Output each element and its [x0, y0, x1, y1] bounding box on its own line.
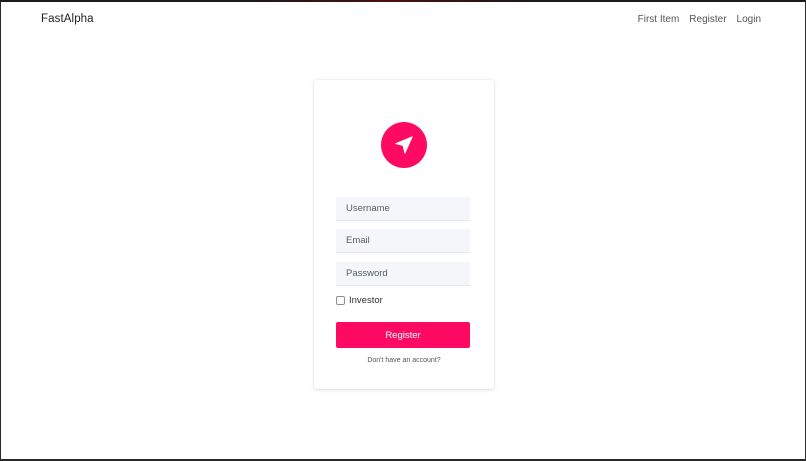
navbar: FastAlpha First Item Register Login [1, 2, 805, 38]
investor-checkbox[interactable] [336, 296, 345, 305]
navigation-arrow-glyph [395, 136, 413, 154]
email-input[interactable] [336, 229, 470, 253]
navigation-arrow-icon [381, 122, 427, 168]
password-input[interactable] [336, 262, 470, 286]
investor-label: Investor [349, 295, 383, 306]
register-card: Investor Register Don't have an account? [314, 80, 494, 389]
nav-link-login[interactable]: Login [737, 14, 761, 25]
investor-checkbox-row[interactable]: Investor [336, 295, 383, 306]
account-link[interactable]: Don't have an account? [314, 357, 494, 364]
register-button[interactable]: Register [336, 322, 470, 348]
nav-links: First Item Register Login [638, 14, 761, 25]
nav-link-first-item[interactable]: First Item [638, 14, 680, 25]
username-input[interactable] [336, 197, 470, 221]
brand-logo[interactable]: FastAlpha [41, 13, 94, 25]
browser-frame: FastAlpha First Item Register Login Inve… [0, 0, 806, 461]
nav-link-register[interactable]: Register [689, 14, 726, 25]
